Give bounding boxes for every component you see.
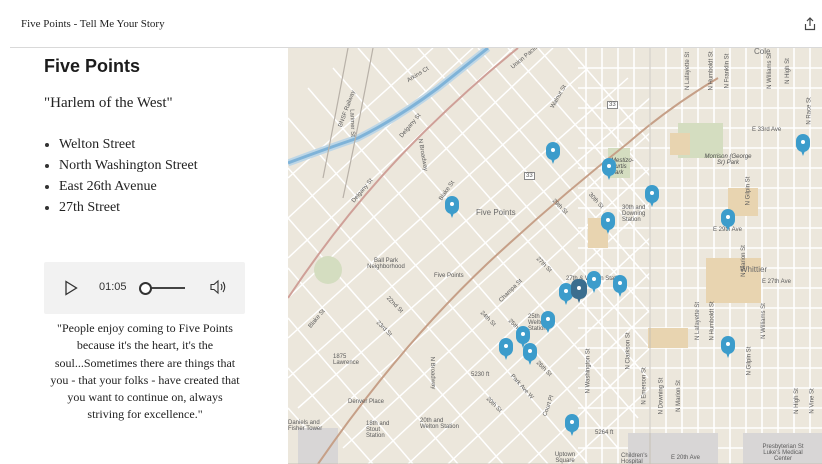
map-label: N Lafayette St (685, 51, 692, 91)
story-pin[interactable] (613, 275, 627, 297)
map-label: N Humboldt St (709, 301, 716, 341)
story-pin[interactable] (523, 343, 537, 365)
map-label: N Clarkson St (625, 332, 632, 370)
map-label: 1875 Lawrence (333, 354, 360, 366)
map-label: Denver Place (348, 399, 385, 405)
map-label: Children's Hospital (621, 453, 648, 464)
story-pin[interactable] (546, 142, 560, 164)
map-label: Five Points (476, 208, 516, 217)
story-pin[interactable] (445, 196, 459, 218)
map-label: Daniels and Fisher Tower (288, 420, 323, 432)
story-pin[interactable] (565, 414, 579, 436)
story-pin[interactable] (601, 212, 615, 234)
map-label: N Williams St (766, 53, 773, 89)
street-list: Welton Street North Washington Street Ea… (44, 134, 198, 218)
map-label: E 20th Ave (671, 455, 700, 461)
list-item: North Washington Street (44, 155, 198, 176)
map-label: E 27th Ave (762, 279, 791, 285)
map-label: N Marion St (675, 380, 682, 412)
story-pin[interactable] (721, 209, 735, 231)
section-subtitle: "Harlem of the West" (44, 95, 173, 111)
map-label: N Franklin St (724, 53, 731, 89)
map-label: N Washington St (585, 348, 592, 394)
map-label: Morrison (George Sr) Park (704, 154, 752, 166)
story-pin[interactable] (721, 336, 735, 358)
map-label: 5264 ft (595, 430, 614, 436)
story-pin-selected[interactable] (571, 279, 587, 305)
map-label: N Gilpin St (746, 346, 753, 376)
story-title: Five Points - Tell Me Your Story (21, 18, 165, 30)
map-label: N Vine St (809, 388, 816, 414)
route-shield: 33 (607, 101, 618, 109)
map-label: 5230 ft (471, 372, 490, 378)
play-icon[interactable] (64, 280, 78, 296)
map-view[interactable]: Five Points Five Points Ball Park Neighb… (288, 48, 822, 464)
section-heading: Five Points (44, 56, 141, 76)
map-label: N Gilpin St (745, 176, 752, 206)
map-label: N Lafayette St (695, 301, 702, 341)
map-label: N Downing St (658, 377, 665, 415)
app-header: Five Points - Tell Me Your Story (0, 0, 822, 47)
map-label: Larimer St (348, 109, 356, 137)
map-label: Presbyterian St Luke's Medical Center (762, 444, 804, 462)
list-item: 27th Street (44, 197, 198, 218)
map-label: N Humboldt St (708, 51, 715, 91)
map-label: 18th and Stout Station (366, 421, 390, 439)
audio-time: 01:05 (99, 281, 127, 293)
quote-text: "People enjoy coming to Five Points beca… (50, 321, 240, 422)
map-label: E 33rd Ave (752, 127, 782, 133)
story-pin[interactable] (587, 271, 601, 293)
map-label: N Williams St (760, 303, 767, 339)
narrative-panel: Five Points "Harlem of the West" Welton … (0, 48, 288, 464)
map-label: N Marion St (740, 245, 747, 277)
story-pin[interactable] (645, 185, 659, 207)
map-label: Five Points (434, 273, 464, 279)
volume-icon[interactable] (210, 279, 228, 295)
route-shield: 33 (524, 172, 535, 180)
map-label: N Race St (806, 97, 813, 125)
map-label: N High St (793, 388, 800, 414)
map-label: N Emerson St (641, 367, 648, 405)
story-pin[interactable] (541, 311, 555, 333)
story-pin[interactable] (796, 134, 810, 156)
story-pin[interactable] (602, 158, 616, 180)
story-pin[interactable] (499, 338, 513, 360)
map-label: 30th and Downing Station (622, 205, 646, 223)
list-item: Welton Street (44, 134, 198, 155)
map-label: N Broadway (428, 356, 436, 390)
map-label: 20th and Welton Station (420, 418, 459, 430)
map-label: N High St (784, 58, 791, 84)
map-label: Uptown Square (554, 452, 576, 464)
share-icon[interactable] (803, 17, 817, 31)
map-label: Ball Park Neighborhood (367, 258, 405, 270)
list-item: East 26th Avenue (44, 176, 198, 197)
audio-progress-handle[interactable] (139, 282, 152, 295)
audio-player: 01:05 (44, 262, 245, 314)
